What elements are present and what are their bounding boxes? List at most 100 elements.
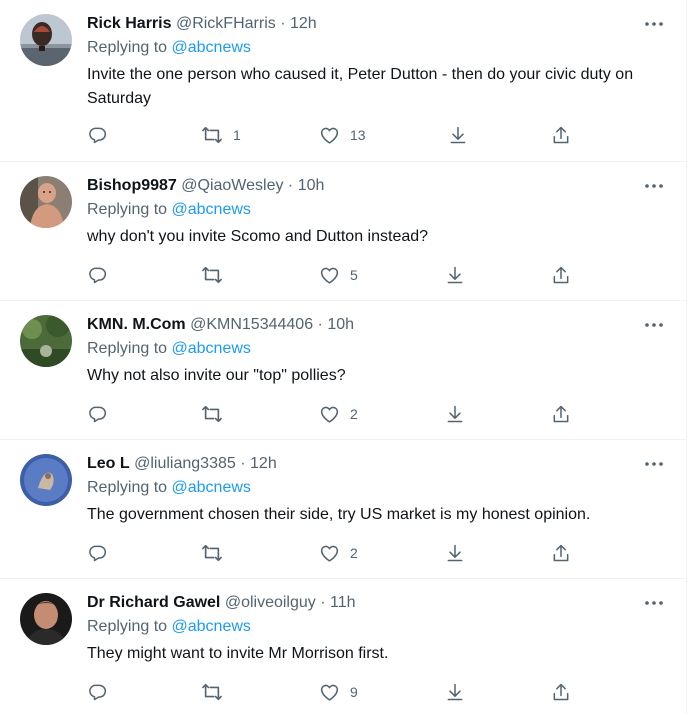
like-count: 2	[350, 406, 358, 422]
share-button[interactable]	[551, 402, 571, 426]
retweet-button[interactable]	[201, 680, 233, 704]
display-name[interactable]: Leo L	[87, 455, 130, 472]
retweet-button[interactable]	[201, 402, 233, 426]
retweet-icon	[202, 544, 222, 562]
tweet-text: The government chosen their side, try US…	[87, 506, 591, 523]
like-button[interactable]: 13	[319, 123, 366, 147]
like-button[interactable]: 2	[319, 402, 358, 426]
replying-to-label: Replying to	[87, 39, 168, 56]
share-button[interactable]	[551, 123, 571, 147]
retweet-button[interactable]: 1	[201, 123, 241, 147]
reply-button[interactable]	[87, 263, 117, 287]
tweet-text: They might want to invite Mr Morrison fi…	[87, 645, 389, 662]
user-handle[interactable]: @liuliang3385	[134, 455, 236, 472]
person-portrait-avatar-icon	[20, 593, 72, 645]
tweet-dr-richard-gawel[interactable]: Dr Richard Gawel @oliveoilguy · 11h Repl…	[0, 579, 686, 718]
tweet-header: Leo L @liuliang3385 · 12h	[87, 454, 277, 474]
avatar[interactable]	[20, 315, 72, 367]
reply-button[interactable]	[87, 123, 117, 147]
share-button[interactable]	[551, 263, 571, 287]
download-button[interactable]	[448, 123, 468, 147]
like-icon	[320, 684, 339, 701]
display-name[interactable]: Dr Richard Gawel	[87, 594, 220, 611]
display-name[interactable]: Bishop9987	[87, 177, 177, 194]
share-icon	[553, 126, 569, 144]
share-button[interactable]	[551, 541, 571, 565]
tweet-header: KMN. M.Com @KMN15344406 · 10h	[87, 315, 354, 335]
tweet-header: Bishop9987 @QiaoWesley · 10h	[87, 176, 324, 196]
share-icon	[553, 544, 569, 562]
more-icon[interactable]	[640, 315, 668, 335]
separator-dot: ·	[280, 15, 286, 32]
download-button[interactable]	[445, 263, 465, 287]
replying-to-label: Replying to	[87, 340, 168, 357]
replying-to-label: Replying to	[87, 479, 168, 496]
tweet-text: why don't you invite Scomo and Dutton in…	[87, 228, 429, 245]
download-icon	[447, 266, 463, 284]
user-handle[interactable]: @KMN15344406	[190, 316, 313, 333]
tweet-header: Dr Richard Gawel @oliveoilguy · 11h	[87, 593, 356, 613]
like-count: 5	[350, 267, 358, 283]
reply-button[interactable]	[87, 680, 117, 704]
tweet-bishop9987[interactable]: Bishop9987 @QiaoWesley · 10h Replying to…	[0, 162, 686, 301]
tweet-leo-l[interactable]: Leo L @liuliang3385 · 12h Replying to @a…	[0, 440, 686, 579]
timestamp[interactable]: 12h	[290, 15, 317, 32]
like-icon	[320, 545, 339, 562]
more-icon[interactable]	[640, 454, 668, 474]
reply-icon	[89, 545, 107, 562]
more-icon[interactable]	[640, 14, 668, 34]
retweet-count: 1	[233, 127, 241, 143]
mention-link[interactable]: @abcnews	[172, 618, 251, 635]
more-icon[interactable]	[640, 176, 668, 196]
separator-dot: ·	[240, 455, 246, 472]
retweet-button[interactable]	[201, 263, 233, 287]
replying-to: Replying to @abcnews	[87, 478, 251, 498]
like-icon	[320, 127, 339, 144]
tweet-text: Why not also invite our "top" pollies?	[87, 367, 346, 384]
separator-dot: ·	[317, 316, 323, 333]
timestamp[interactable]: 10h	[327, 316, 354, 333]
timestamp[interactable]: 11h	[330, 594, 356, 611]
separator-dot: ·	[320, 594, 326, 611]
share-button[interactable]	[551, 680, 571, 704]
mention-link[interactable]: @abcnews	[172, 340, 251, 357]
display-name[interactable]: Rick Harris	[87, 15, 172, 32]
like-button[interactable]: 9	[319, 680, 358, 704]
retweet-icon	[202, 405, 222, 423]
tweet-rick-harris[interactable]: Rick Harris @RickFHarris · 12h Replying …	[0, 0, 686, 144]
user-handle[interactable]: @oliveoilguy	[225, 594, 316, 611]
like-count: 9	[350, 684, 358, 700]
download-icon	[447, 544, 463, 562]
avatar[interactable]	[20, 14, 72, 66]
tweet-kmn-mcom[interactable]: KMN. M.Com @KMN15344406 · 10h Replying t…	[0, 301, 686, 440]
reply-icon	[89, 684, 107, 701]
column-border	[686, 0, 687, 714]
avatar[interactable]	[20, 593, 72, 645]
retweet-button[interactable]	[201, 541, 233, 565]
display-name[interactable]: KMN. M.Com	[87, 316, 186, 333]
mention-link[interactable]: @abcnews	[172, 39, 251, 56]
retweet-icon	[202, 266, 222, 284]
avatar[interactable]	[20, 176, 72, 228]
mention-link[interactable]: @abcnews	[172, 201, 251, 218]
person-avatar-icon	[20, 176, 72, 228]
mention-link[interactable]: @abcnews	[172, 479, 251, 496]
share-icon	[553, 683, 569, 701]
download-button[interactable]	[445, 541, 465, 565]
user-handle[interactable]: @QiaoWesley	[181, 177, 283, 194]
separator-dot: ·	[287, 177, 294, 194]
like-button[interactable]: 2	[319, 541, 358, 565]
reply-button[interactable]	[87, 541, 117, 565]
more-icon[interactable]	[640, 593, 668, 613]
download-button[interactable]	[445, 402, 465, 426]
reply-button[interactable]	[87, 402, 117, 426]
like-icon	[320, 406, 339, 423]
user-handle[interactable]: @RickFHarris	[176, 15, 276, 32]
avatar[interactable]	[20, 454, 72, 506]
download-icon	[447, 683, 463, 701]
replying-to-label: Replying to	[87, 618, 168, 635]
download-button[interactable]	[445, 680, 465, 704]
like-button[interactable]: 5	[319, 263, 358, 287]
timestamp[interactable]: 10h	[298, 177, 325, 194]
timestamp[interactable]: 12h	[250, 455, 277, 472]
